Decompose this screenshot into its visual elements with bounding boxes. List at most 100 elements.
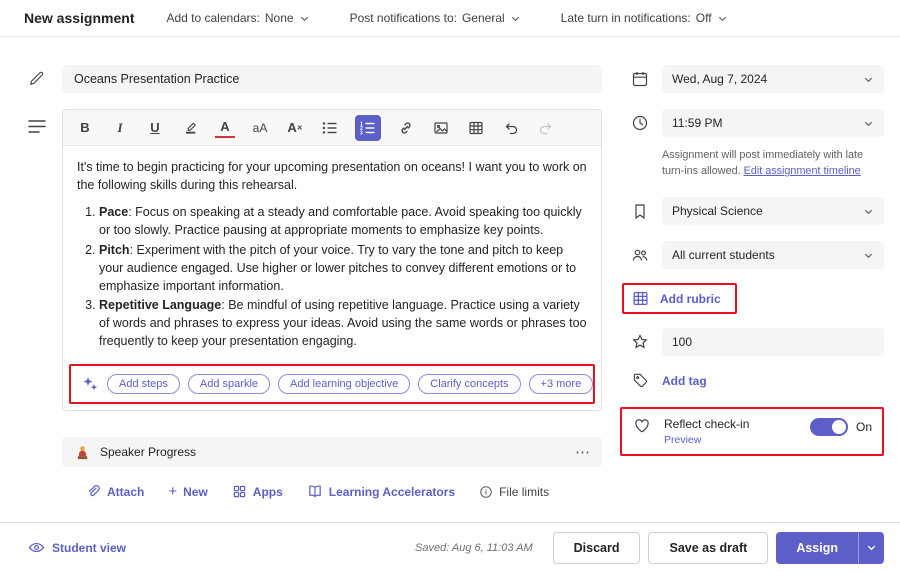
apps-icon [232, 484, 247, 499]
highlight-button[interactable] [180, 116, 200, 140]
ai-pill-add-sparkle[interactable]: Add sparkle [187, 374, 271, 394]
people-icon [630, 247, 650, 263]
class-select[interactable]: Physical Science [662, 197, 884, 226]
discard-button[interactable]: Discard [552, 531, 641, 564]
heart-icon [632, 417, 652, 434]
topbar-menus: Add to calendars: None Post notification… [166, 11, 727, 25]
attachment-row: Speaker Progress ⋯ [28, 437, 602, 467]
post-notifications-label: Post notifications to: [349, 11, 457, 25]
editor-actions-row: Attach + New Apps Learning Accelerators … [28, 483, 602, 500]
students-select[interactable]: All current students [662, 241, 884, 270]
reflect-toggle-state: On [855, 420, 872, 435]
ai-pill-add-steps[interactable]: Add steps [107, 374, 180, 394]
calendar-icon [630, 70, 650, 88]
editor-toolbar: B I U A aA A ✕ 123 [63, 110, 601, 146]
chevron-down-icon [717, 13, 728, 24]
reflect-preview-link[interactable]: Preview [664, 434, 701, 446]
attachment-menu-button[interactable]: ⋯ [575, 445, 590, 460]
late-notifications-label: Late turn in notifications: [560, 11, 691, 25]
assign-split-button: Assign [776, 531, 884, 564]
post-notifications-menu[interactable]: Post notifications to: General [350, 11, 521, 25]
rubric-grid-icon [630, 290, 650, 307]
due-time-select[interactable]: 11:59 PM [662, 109, 884, 137]
assign-button[interactable]: Assign [776, 531, 858, 564]
notebook-icon [630, 203, 650, 220]
skill-item-repetitive-language: Repetitive Language: Be mindful of using… [99, 296, 587, 350]
link-button[interactable] [396, 116, 416, 140]
pencil-icon [28, 65, 62, 93]
student-view-button[interactable]: Student view [28, 540, 126, 555]
due-time-row: 11:59 PM [630, 109, 884, 137]
attachment-name: Speaker Progress [100, 445, 197, 459]
italic-button[interactable]: I [110, 116, 130, 140]
chevron-down-icon [863, 250, 874, 261]
bold-button[interactable]: B [75, 116, 95, 140]
chevron-down-icon [866, 542, 877, 553]
instructions-icon [28, 109, 62, 411]
underline-button[interactable]: U [145, 116, 165, 140]
instructions-content[interactable]: It's time to begin practicing for your u… [63, 146, 601, 358]
clear-formatting-button[interactable]: A ✕ [285, 116, 305, 140]
reflect-toggle[interactable] [809, 418, 848, 437]
assignment-settings-sidebar: Wed, Aug 7, 2024 11:59 PM Assignment wil… [620, 65, 884, 522]
bullet-list-button[interactable] [320, 116, 340, 140]
due-date-row: Wed, Aug 7, 2024 [630, 65, 884, 93]
page-title: New assignment [24, 10, 135, 26]
chevron-down-icon [863, 74, 874, 85]
new-button[interactable]: + New [168, 483, 207, 500]
apps-button[interactable]: Apps [232, 484, 283, 499]
paperclip-icon [86, 484, 101, 499]
ai-pill-clarify-concepts[interactable]: Clarify concepts [418, 374, 521, 394]
numbered-list-button[interactable]: 123 [355, 114, 381, 141]
star-icon [630, 333, 650, 351]
ai-pill-add-learning-objective[interactable]: Add learning objective [278, 374, 411, 394]
undo-button[interactable] [501, 116, 521, 140]
sparkle-icon [81, 375, 99, 393]
assign-dropdown-button[interactable] [858, 531, 884, 564]
topbar: New assignment Add to calendars: None Po… [0, 0, 900, 37]
learning-accelerators-button[interactable]: Learning Accelerators [307, 484, 455, 499]
late-notifications-value: Off [695, 11, 712, 25]
rich-text-editor: B I U A aA A ✕ 123 It's time to begin pr… [62, 109, 602, 411]
points-field[interactable]: 100 [662, 328, 884, 357]
title-row [28, 65, 602, 93]
skill-item-pace: Pace: Focus on speaking at a steady and … [99, 203, 587, 239]
edit-assignment-timeline-link[interactable]: Edit assignment timeline [744, 165, 861, 177]
ai-suggestions-bar: Add steps Add sparkle Add learning objec… [69, 364, 595, 404]
assignment-title-input[interactable] [62, 65, 602, 93]
footer-bar: Student view Saved: Aug 6, 11:03 AM Disc… [0, 522, 900, 572]
redo-button[interactable] [536, 116, 556, 140]
skill-item-pitch: Pitch: Experiment with the pitch of your… [99, 241, 587, 295]
speaker-progress-icon [74, 444, 91, 461]
attach-button[interactable]: Attach [86, 484, 144, 499]
add-tag-button[interactable]: Add tag [662, 374, 707, 388]
eye-icon [28, 540, 45, 555]
add-rubric-button[interactable]: Add rubric [660, 292, 721, 306]
due-date-select[interactable]: Wed, Aug 7, 2024 [662, 65, 884, 93]
add-to-calendars-label: Add to calendars: [166, 11, 260, 25]
class-row: Physical Science [630, 197, 884, 226]
plus-icon: + [168, 483, 178, 500]
insert-table-button[interactable] [466, 116, 486, 140]
chevron-down-icon [863, 206, 874, 217]
assignment-editor-column: B I U A aA A✕ 123 [28, 65, 602, 522]
add-to-calendars-menu[interactable]: Add to calendars: None [166, 11, 309, 25]
tag-row: Add tag [630, 372, 884, 389]
insert-image-button[interactable] [431, 116, 451, 140]
reflect-check-in-label: Reflect check-in [664, 417, 750, 432]
font-size-button[interactable]: aA [250, 116, 270, 140]
ellipsis-icon: ⋯ [575, 443, 590, 461]
learning-accelerators-icon [307, 484, 323, 499]
save-draft-button[interactable]: Save as draft [648, 531, 769, 564]
attachment-card[interactable]: Speaker Progress ⋯ [62, 437, 602, 467]
chevron-down-icon [299, 13, 310, 24]
svg-text:3: 3 [360, 130, 363, 134]
annotation-box-add-rubric: Add rubric [622, 283, 737, 315]
page-body: B I U A aA A✕ 123 [0, 37, 900, 522]
late-turn-in-notifications-menu[interactable]: Late turn in notifications: Off [561, 11, 728, 25]
font-color-button[interactable]: A [215, 118, 235, 138]
ai-pill-more[interactable]: +3 more [528, 374, 594, 394]
annotation-box-reflect-check-in: Reflect check-in Preview On [620, 407, 884, 457]
file-limits-button[interactable]: File limits [479, 485, 549, 499]
skills-list: Pace: Focus on speaking at a steady and … [77, 203, 587, 350]
